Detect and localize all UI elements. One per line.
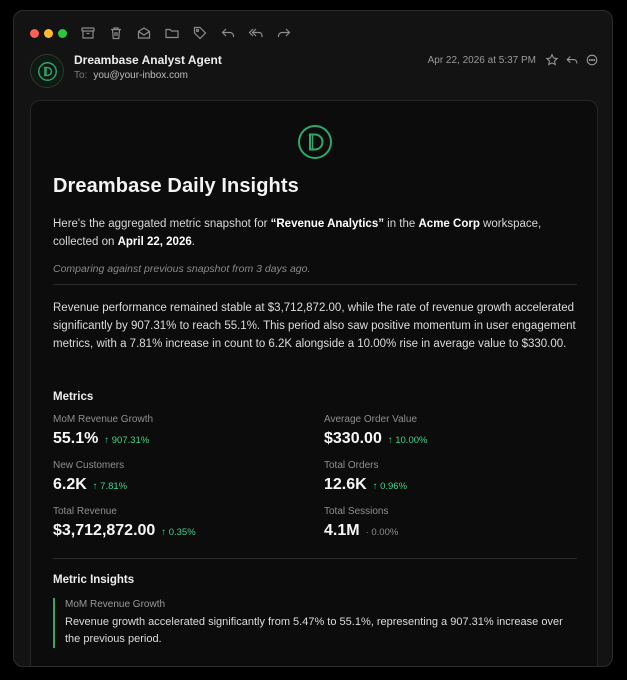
metric-value: 6.2K [53,476,87,493]
dreambase-logo-icon [38,62,57,81]
star-icon[interactable] [545,53,559,67]
more-icon[interactable] [585,53,599,67]
mark-read-icon[interactable] [136,25,152,41]
metric-label: MoM Revenue Growth [53,414,154,425]
recipient-address: you@your-inbox.com [93,70,188,81]
insights-heading: Metric Insights [53,574,135,586]
metric-delta: ↑ 0.96% [372,481,408,492]
toolbar [14,11,612,53]
sender-name: Dreambase Analyst Agent [74,53,222,67]
reply-icon[interactable] [220,25,236,41]
recipient-line: To: you@your-inbox.com [74,70,188,81]
metric-value: 4.1M [324,522,360,539]
metric-total-revenue: Total Revenue $3,712,872.00 ↑ 0.35% [53,506,293,540]
comparison-note: Comparing against previous snapshot from… [53,263,311,275]
metric-mom-revenue-growth: MoM Revenue Growth 55.1% ↑ 907.31% [53,414,293,448]
metric-total-orders: Total Orders 12.6K ↑ 0.96% [324,460,564,494]
maximize-window-button[interactable] [58,29,67,38]
mail-window: Dreambase Analyst Agent To: you@your-inbo… [13,10,613,667]
metric-total-sessions: Total Sessions 4.1M · 0.00% [324,506,564,540]
metrics-heading: Metrics [53,391,94,403]
insight-text: Revenue growth accelerated significantly… [65,616,563,645]
minimize-window-button[interactable] [44,29,53,38]
insight-title: MoM Revenue Growth [65,599,166,610]
metric-label: Total Orders [324,460,379,471]
intro-paragraph: Here's the aggregated metric snapshot fo… [53,215,573,251]
intro-text: Here's the aggregated metric snapshot fo… [53,218,271,230]
summary-paragraph: Revenue performance remained stable at $… [53,302,576,350]
reply-all-icon[interactable] [248,25,264,41]
intro-text: in the [383,218,419,230]
metric-label: Average Order Value [324,414,418,425]
metric-delta: ↑ 0.35% [161,527,196,538]
metric-delta: · 0.00% [365,527,399,538]
archive-icon[interactable] [80,25,96,41]
workspace-name: Acme Corp [418,218,480,230]
metric-new-customers: New Customers 6.2K ↑ 7.81% [53,460,293,494]
metric-delta: ↑ 7.81% [92,481,128,492]
reply-icon[interactable] [565,53,579,67]
metric-delta: ↑ 907.31% [104,435,150,446]
metric-value: $330.00 [324,430,382,447]
email-title: Dreambase Daily Insights [53,175,299,197]
close-window-button[interactable] [30,29,39,38]
metric-label: New Customers [53,460,125,471]
received-date: Apr 22, 2026 at 5:37 PM [427,55,536,66]
dreambase-logo-icon [297,124,333,160]
sender-avatar [30,54,64,88]
folder-icon[interactable] [164,25,180,41]
intro-text: . [191,236,195,248]
metric-value: 55.1% [53,430,99,447]
insight-item: MoM Revenue Growth Revenue growth accele… [53,598,577,648]
metric-value: 12.6K [324,476,367,493]
metric-delta: ↑ 10.00% [387,435,428,446]
trash-icon[interactable] [108,25,124,41]
forward-icon[interactable] [276,25,292,41]
metric-label: Total Sessions [324,506,389,517]
report-name: “Revenue Analytics” [270,218,384,230]
metric-value: $3,712,872.00 [53,522,156,539]
divider [53,558,577,559]
to-label: To: [74,70,88,81]
tag-icon[interactable] [192,25,208,41]
collection-date: April 22, 2026 [117,236,192,248]
divider [53,284,577,285]
metric-average-order-value: Average Order Value $330.00 ↑ 10.00% [324,414,564,448]
email-body: Dreambase Daily Insights Here's the aggr… [30,100,598,666]
metric-label: Total Revenue [53,506,117,517]
